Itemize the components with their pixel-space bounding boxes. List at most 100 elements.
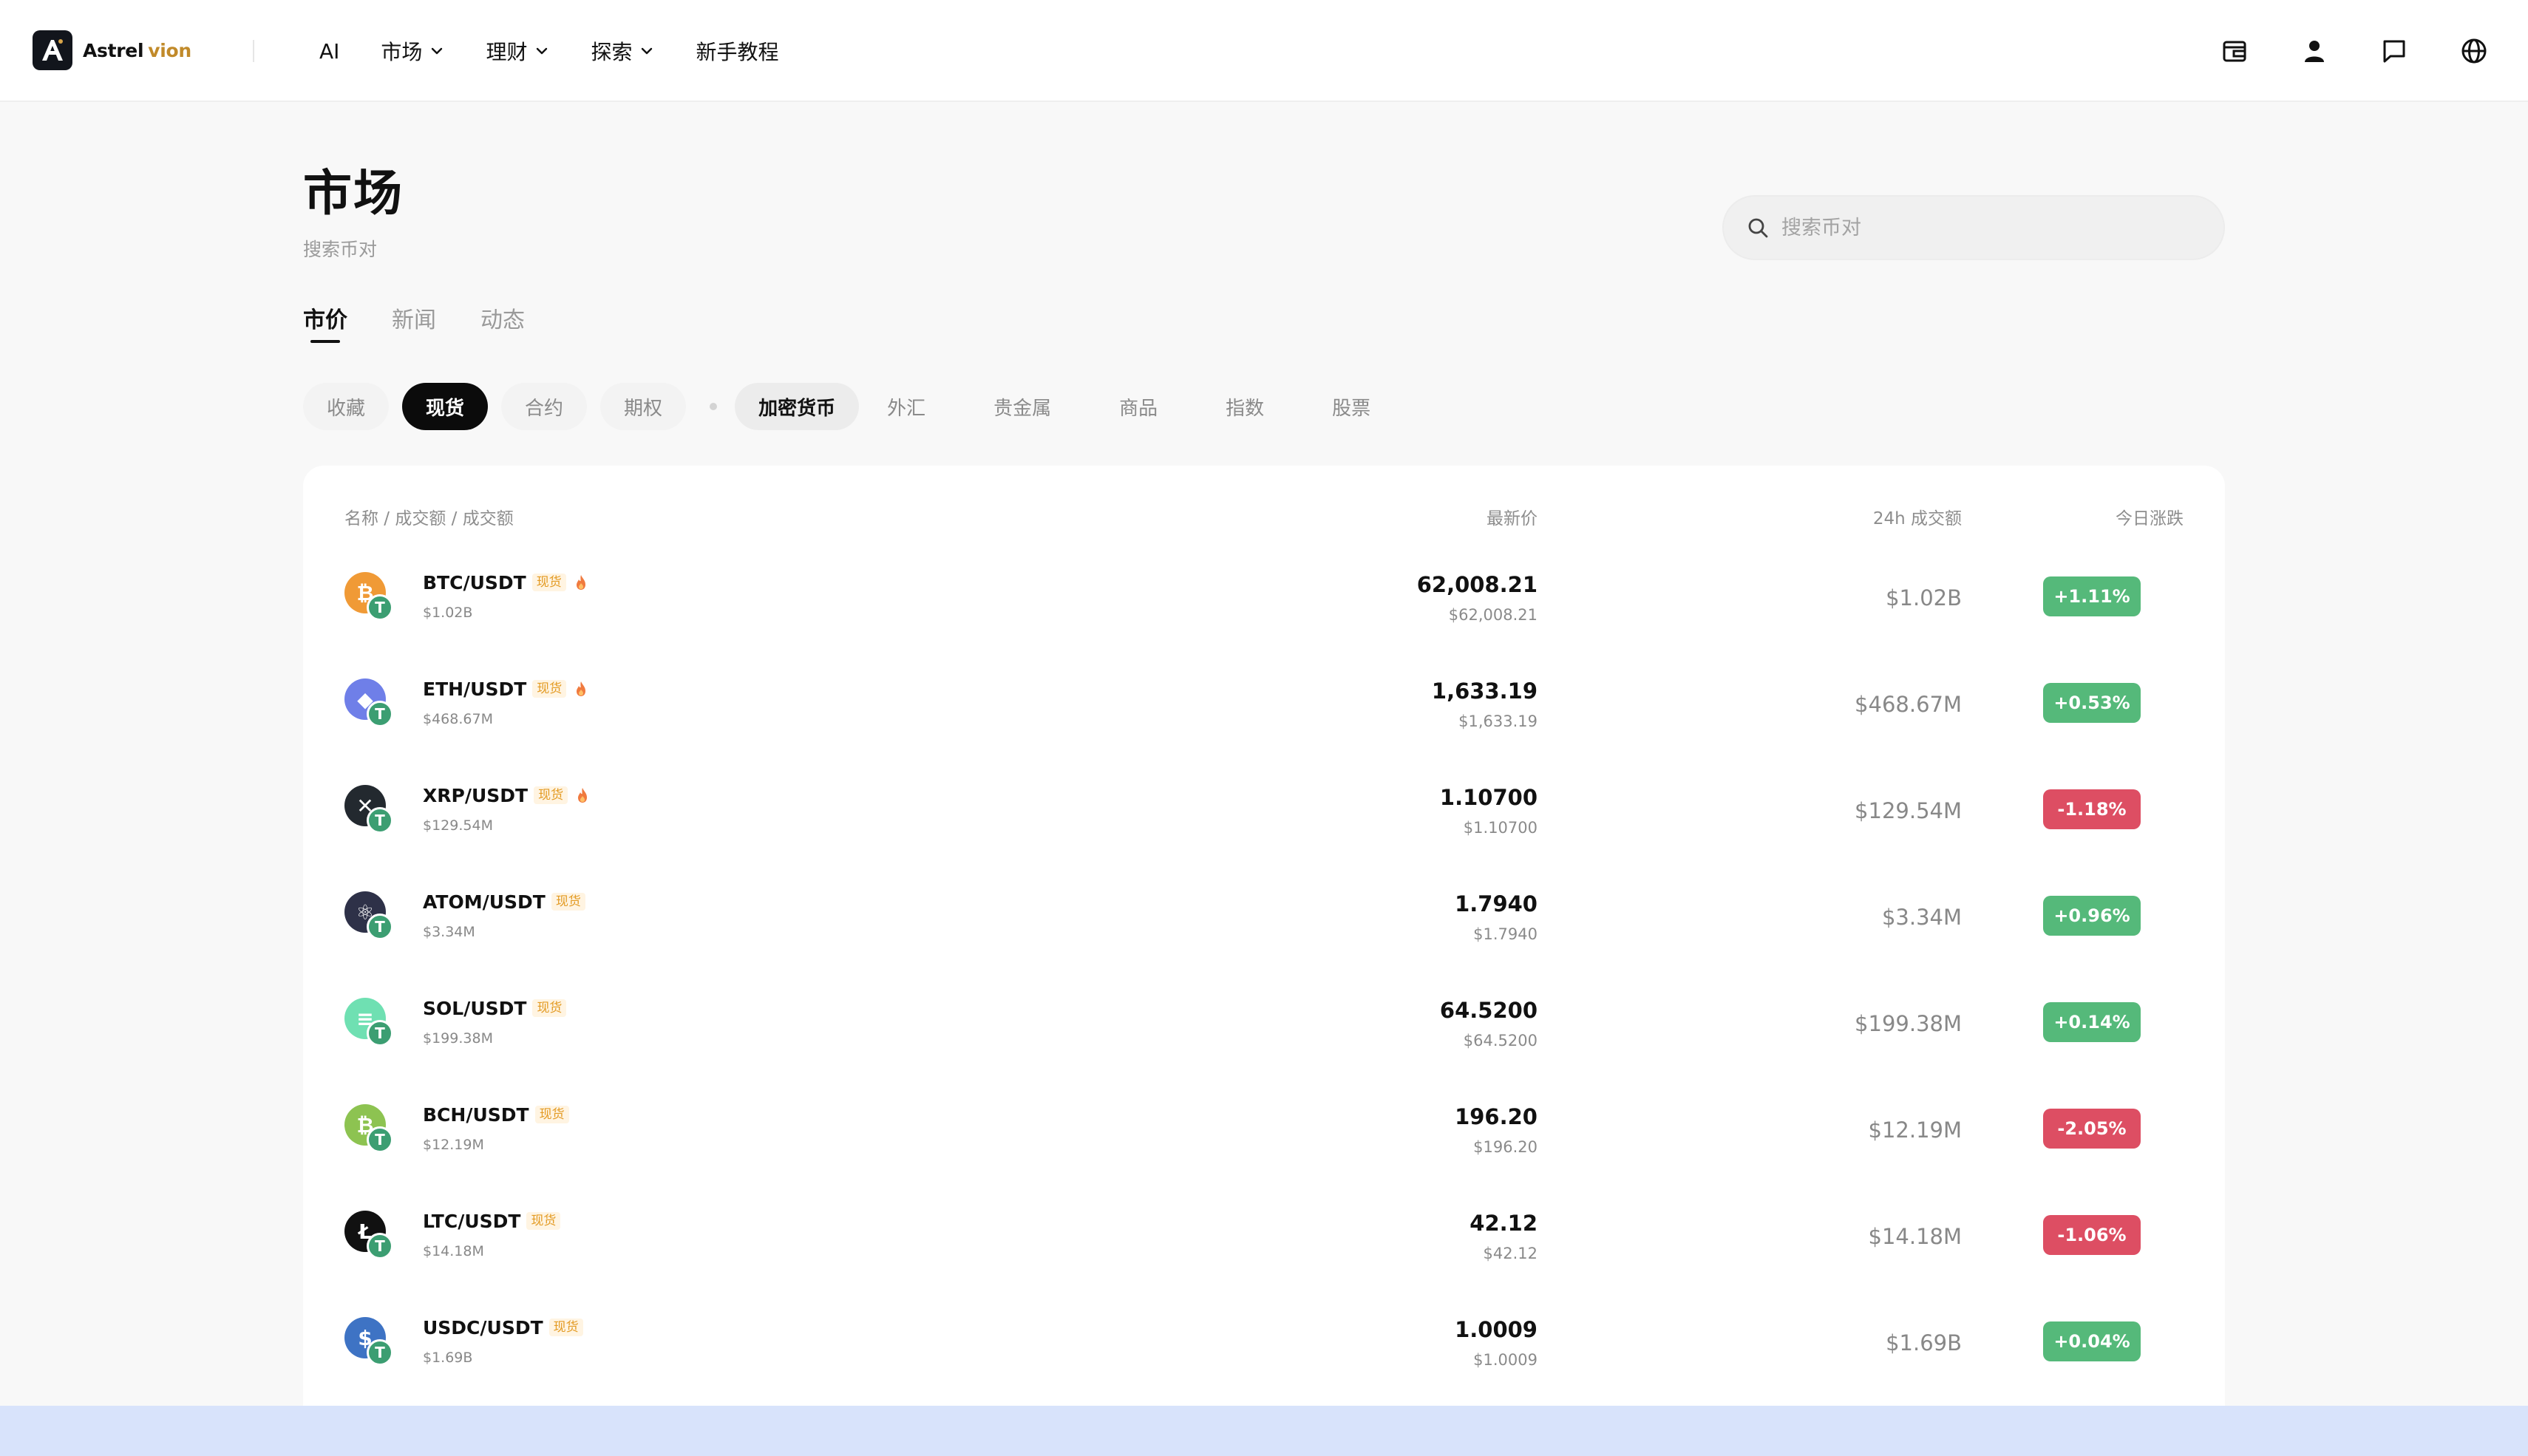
chip-favorites[interactable]: 收藏 [303, 383, 390, 430]
change-badge[interactable]: +0.96% [2043, 896, 2141, 936]
chip-indices[interactable]: 指数 [1211, 383, 1279, 430]
header-actions [2176, 30, 2495, 72]
change-badge[interactable]: -1.18% [2043, 789, 2141, 829]
chip-futures[interactable]: 合约 [501, 383, 588, 430]
chip-options[interactable]: 期权 [600, 383, 687, 430]
volume-24h: $199.38M [1855, 1011, 1962, 1036]
nav-item-ai[interactable]: AI [319, 39, 339, 64]
search-input[interactable] [1781, 216, 2195, 239]
change-badge[interactable]: -1.06% [2043, 1215, 2141, 1255]
header-divider [253, 40, 254, 62]
pair-volume: $3.34M [423, 924, 475, 940]
brand-name-part1: Astrel [83, 39, 144, 61]
pair-volume: $199.38M [423, 1030, 493, 1047]
coin-pair-icon: ✕ T [344, 785, 396, 834]
chip-commodities[interactable]: 商品 [1104, 383, 1172, 430]
last-price: 42.12 [1469, 1211, 1537, 1236]
last-price-usd: $1.7940 [1473, 925, 1537, 943]
search-icon [1748, 218, 1768, 238]
table-row[interactable]: Ł T LTC/USDT 现货 $14.18M 42.12 $42.12 $14.18M -1.… [344, 1183, 2184, 1289]
coin-pair-icon: ◆ T [344, 678, 396, 727]
pair-info: SOL/USDT 现货 [423, 996, 567, 1020]
tab-news[interactable]: 新闻 [392, 302, 436, 343]
chip-precious-metals[interactable]: 贵金属 [979, 383, 1066, 430]
page-title: 市场 [303, 165, 404, 222]
search-box[interactable] [1722, 195, 2225, 260]
spot-tag: 现货 [532, 680, 567, 698]
last-price-usd: $62,008.21 [1448, 606, 1537, 624]
coin-pair-icon: ₿ T [344, 1104, 396, 1153]
spot-tag: 现货 [534, 1106, 569, 1123]
volume-24h: $1.02B [1886, 585, 1962, 610]
last-price: 1.7940 [1455, 891, 1537, 916]
chip-crypto[interactable]: 加密货币 [735, 383, 860, 430]
table-row[interactable]: ⚛ T ATOM/USDT 现货 $3.34M 1.7940 $1.7940 $3.34M +0… [344, 863, 2184, 970]
hot-fire-icon [577, 681, 586, 696]
pair-name: LTC/USDT [423, 1210, 521, 1232]
change-badge[interactable]: +1.11% [2043, 576, 2141, 616]
pair-name: XRP/USDT [423, 784, 529, 806]
chip-spot[interactable]: 现货 [402, 383, 489, 430]
change-badge[interactable]: +0.53% [2043, 683, 2141, 723]
volume-24h: $129.54M [1855, 798, 1962, 823]
last-price-usd: $196.20 [1473, 1138, 1537, 1156]
nav-item-tutorial[interactable]: 新手教程 [696, 36, 778, 66]
nav-item-explore[interactable]: 探索 [591, 36, 654, 66]
table-row[interactable]: $ T USDC/USDT 现货 $1.69B 1.0009 $1.0009 $1.69B +0… [344, 1289, 2184, 1395]
wallet-icon[interactable] [2213, 30, 2256, 72]
last-price: 64.5200 [1439, 998, 1537, 1023]
last-price-usd: $1.10700 [1463, 819, 1537, 837]
hot-fire-icon [576, 575, 585, 590]
tether-icon: T [367, 1126, 393, 1153]
filter-chips: 收藏 现货 合约 期权 加密货币 外汇 贵金属 商品 指数 股票 [303, 383, 1424, 430]
table-row[interactable]: ✕ T XRP/USDT 现货 $129.54M 1.10700 $1.10700 $129.… [344, 757, 2184, 863]
pair-name: ETH/USDT [423, 678, 527, 700]
nav-item-market[interactable]: 市场 [381, 36, 444, 66]
tether-icon: T [367, 1020, 393, 1047]
last-price-usd: $1,633.19 [1458, 712, 1537, 730]
change-badge[interactable]: +0.04% [2043, 1321, 2141, 1361]
message-icon[interactable] [2373, 30, 2416, 72]
page-subtitle: 搜索币对 [303, 239, 378, 260]
table-row[interactable]: ≡ T SOL/USDT 现货 $199.38M 64.5200 $64.5200 $199.… [344, 970, 2184, 1076]
coin-pair-icon: $ T [344, 1317, 396, 1366]
table-row[interactable]: ₿ T BCH/USDT 现货 $12.19M 196.20 $196.20 $12.19M -… [344, 1076, 2184, 1183]
pair-info: ATOM/USDT 现货 [423, 890, 585, 914]
chevron-down-icon [642, 47, 653, 55]
brand-logo[interactable]: Astrel vion [33, 30, 191, 71]
tab-market-price[interactable]: 市价 [303, 302, 347, 343]
volume-24h: $14.18M [1868, 1224, 1963, 1249]
table-row[interactable]: ₿ T BTC/USDT 现货 $1.02B 62,008.21 $62,008.21 $1.… [344, 544, 2184, 650]
last-price: 196.20 [1455, 1104, 1537, 1129]
pair-info: BTC/USDT 现货 [423, 571, 588, 594]
globe-icon[interactable] [2453, 30, 2495, 72]
chip-stocks[interactable]: 股票 [1317, 383, 1385, 430]
pair-volume: $12.19M [423, 1137, 484, 1153]
pair-info: BCH/USDT 现货 [423, 1103, 569, 1126]
pair-info: ETH/USDT 现货 [423, 677, 588, 701]
table-row[interactable]: ◆ T ETH/USDT 现货 $468.67M 1,633.19 $1,633.19 $46… [344, 650, 2184, 757]
change-badge[interactable]: +0.14% [2043, 1002, 2141, 1042]
nav-item-finance[interactable]: 理财 [486, 36, 549, 66]
pair-volume: $14.18M [423, 1243, 484, 1259]
change-badge[interactable]: -2.05% [2043, 1109, 2141, 1149]
hot-fire-icon [578, 788, 588, 803]
pair-name: BTC/USDT [423, 571, 526, 593]
coin-pair-icon: ⚛ T [344, 891, 396, 940]
user-icon[interactable] [2293, 30, 2336, 72]
pair-name: BCH/USDT [423, 1103, 529, 1126]
pair-name: ATOM/USDT [423, 891, 546, 913]
coin-pair-icon: ŁT [344, 1211, 396, 1259]
pair-name: SOL/USDT [423, 997, 527, 1019]
last-price-usd: $1.0009 [1473, 1351, 1537, 1369]
tether-icon: T [367, 1233, 393, 1259]
bottom-banner [0, 1406, 2528, 1456]
nav-item-label: 探索 [591, 40, 633, 64]
pair-name: USDC/USDT [423, 1316, 543, 1338]
tab-activity[interactable]: 动态 [480, 302, 525, 343]
chip-forex[interactable]: 外汇 [872, 383, 940, 430]
volume-24h: $1.69B [1886, 1330, 1962, 1355]
pair-volume: $1.02B [423, 605, 473, 621]
last-price-usd: $64.5200 [1463, 1032, 1537, 1050]
volume-24h: $3.34M [1881, 905, 1962, 930]
